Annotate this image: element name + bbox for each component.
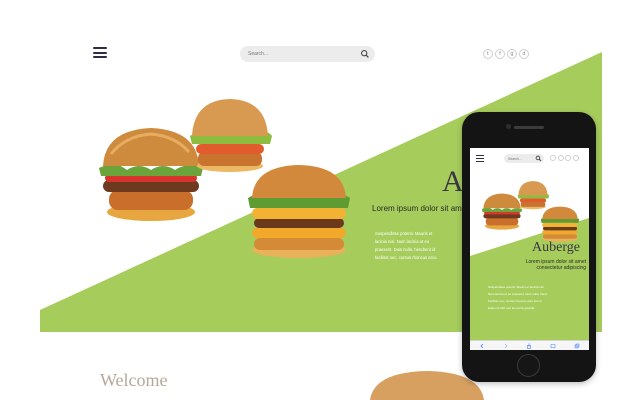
hero-subtitle: Lorem ipsum dolor sit amet consectetur a… [372,204,468,213]
search-icon[interactable] [535,155,542,162]
phone-mockup: Auberge Lorem ipsum dolor sit amet conse… [462,112,596,382]
forward-icon[interactable] [503,343,509,349]
mobile-hero-paragraph: Suspendisse potenti. Mauris et lacinia n… [488,285,548,310]
facebook-icon[interactable]: f [495,49,505,59]
search-icon[interactable] [360,49,370,59]
mobile-hero-subtitle: Lorem ipsum dolor sit amet consectetur a… [525,259,586,271]
mobile-hero-title: Auberge [532,240,580,255]
google-plus-icon[interactable] [565,155,571,161]
bookmarks-icon[interactable] [550,343,556,349]
dribbble-icon[interactable] [572,155,579,161]
facebook-icon[interactable] [557,155,564,161]
social-links: t f g d [483,49,529,59]
browser-toolbar [470,340,589,350]
welcome-heading: Welcome [100,370,168,390]
web-page: t f g d Auberge Lorem ipsum dolor sit am… [0,0,640,400]
mobile-search-input[interactable] [508,155,534,162]
twitter-icon[interactable] [550,155,556,161]
speaker-grille [514,126,544,129]
back-icon[interactable] [479,343,485,349]
burger-image [190,99,272,172]
home-button[interactable] [517,354,540,377]
tabs-icon[interactable] [574,343,580,349]
search-input[interactable] [248,49,348,59]
share-icon[interactable] [526,343,532,349]
hero-paragraph: Suspendisse potenti. Mauris et lacinia n… [375,231,438,260]
mobile-social-links [550,155,579,161]
twitter-icon[interactable]: t [483,49,493,59]
dribbble-icon[interactable]: d [519,49,529,59]
mobile-menu-icon[interactable] [476,155,484,162]
menu-icon[interactable] [93,47,107,58]
camera-icon [506,124,511,129]
phone-screen: Auberge Lorem ipsum dolor sit amet conse… [470,148,589,350]
burger-image [248,165,350,258]
burger-image [540,206,580,242]
google-plus-icon[interactable]: g [507,49,517,59]
mobile-search-bar [504,154,544,163]
search-bar [240,46,375,62]
